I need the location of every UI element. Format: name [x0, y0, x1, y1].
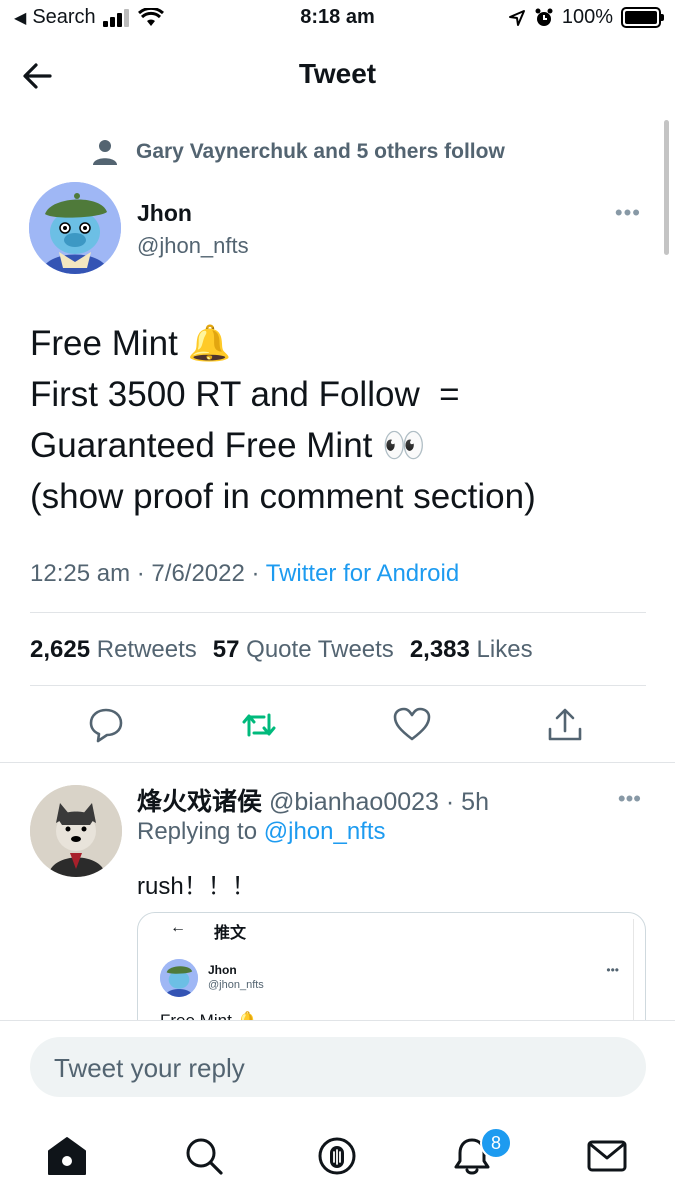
tweet-time: 12:25 am — [30, 560, 131, 587]
reply-age: 5h — [461, 788, 489, 816]
embedded-avatar-image — [160, 959, 198, 997]
replying-to-label: Replying to — [137, 818, 258, 845]
spaces-icon[interactable] — [315, 1134, 359, 1178]
tweet-meta: 12:25 am · 7/6/2022 · Twitter for Androi… — [30, 560, 459, 588]
battery-percent: 100% — [561, 6, 613, 28]
tweet-text: Free Mint 🔔 First 3500 RT and Follow = G… — [30, 318, 650, 522]
likes-count: 2,383 — [409, 636, 470, 663]
embedded-more-icon: ••• — [606, 963, 619, 977]
embedded-avatar — [160, 959, 198, 997]
replying-to: Replying to @jhon_nfts — [137, 818, 386, 846]
likes-label: Likes — [476, 636, 533, 663]
home-icon[interactable] — [45, 1134, 89, 1178]
author-avatar-image — [29, 182, 121, 274]
embedded-title: 推文 — [214, 925, 247, 942]
author-avatar[interactable] — [29, 182, 121, 274]
location-arrow-icon — [508, 9, 525, 26]
reply-author-name[interactable]: 烽火戏诸侯 — [137, 788, 262, 816]
social-context-text: Gary Vaynerchuk and 5 others follow — [136, 140, 505, 163]
divider — [30, 612, 646, 613]
share-icon[interactable] — [545, 705, 585, 745]
messages-envelope-icon[interactable] — [585, 1134, 629, 1178]
notifications-badge: 8 — [480, 1127, 512, 1159]
scrollbar[interactable] — [664, 120, 669, 255]
tweet-text-line: First 3500 RT and Follow = — [30, 375, 460, 414]
reply-input[interactable] — [52, 1037, 616, 1099]
divider — [30, 685, 646, 686]
retweets-label: Retweets — [96, 636, 197, 663]
reply-more-options-icon[interactable]: ••• — [618, 786, 641, 812]
meta-separator: · — [251, 560, 266, 587]
page-title: Tweet — [298, 58, 377, 89]
retweets-stat[interactable]: 2,625 Retweets — [30, 636, 197, 664]
tweet-text-line: Guaranteed Free Mint 👀 — [30, 426, 426, 465]
like-heart-icon[interactable] — [392, 705, 432, 745]
quotes-stat[interactable]: 57 Quote Tweets — [213, 636, 394, 664]
likes-stat[interactable]: 2,383 Likes — [410, 636, 533, 664]
embedded-author-name: Jhon — [208, 963, 237, 977]
tweet-stats: 2,625 Retweets 57 Quote Tweets 2,383 Lik… — [30, 636, 533, 664]
reply-icon[interactable] — [86, 705, 126, 745]
author-handle[interactable]: @jhon_nfts — [137, 233, 249, 259]
more-options-icon[interactable]: ••• — [615, 200, 641, 226]
reply-avatar[interactable] — [30, 785, 122, 877]
search-icon[interactable] — [182, 1134, 226, 1178]
embedded-author-handle: @jhon_nfts — [208, 979, 264, 991]
status-bar: ◀ Search 8:18 am 100% — [0, 0, 675, 38]
reply-author-handle[interactable]: @bianhao0023 — [269, 788, 439, 816]
reply-header: 烽火戏诸侯 @bianhao0023 · 5h — [137, 782, 489, 818]
reply-compose-box[interactable] — [30, 1037, 646, 1099]
alarm-icon — [535, 8, 553, 26]
reply-text: rush！！！ — [137, 873, 256, 900]
replying-to-handle[interactable]: @jhon_nfts — [264, 818, 386, 845]
tweet-text-line: (show proof in comment section) — [30, 477, 536, 516]
battery-icon — [621, 7, 664, 28]
tweet-source-link[interactable]: Twitter for Android — [266, 560, 459, 587]
tweet-date: 7/6/2022 — [151, 560, 245, 587]
tweet-text-line: Free Mint 🔔 — [30, 324, 232, 363]
social-context[interactable]: Gary Vaynerchuk and 5 others follow — [92, 138, 505, 166]
retweets-count: 2,625 — [30, 636, 91, 663]
author-name[interactable]: Jhon — [137, 200, 192, 227]
reply-separator: · — [438, 788, 462, 816]
person-icon — [93, 140, 117, 165]
status-right: 100% — [508, 6, 664, 29]
divider — [0, 762, 675, 763]
retweet-icon[interactable] — [239, 705, 279, 745]
meta-separator: · — [136, 560, 152, 587]
quotes-label: Quote Tweets — [246, 636, 394, 663]
reply-avatar-image — [30, 785, 122, 877]
quotes-count: 57 — [212, 636, 240, 663]
embedded-back-arrow-icon: ← — [170, 919, 186, 936]
